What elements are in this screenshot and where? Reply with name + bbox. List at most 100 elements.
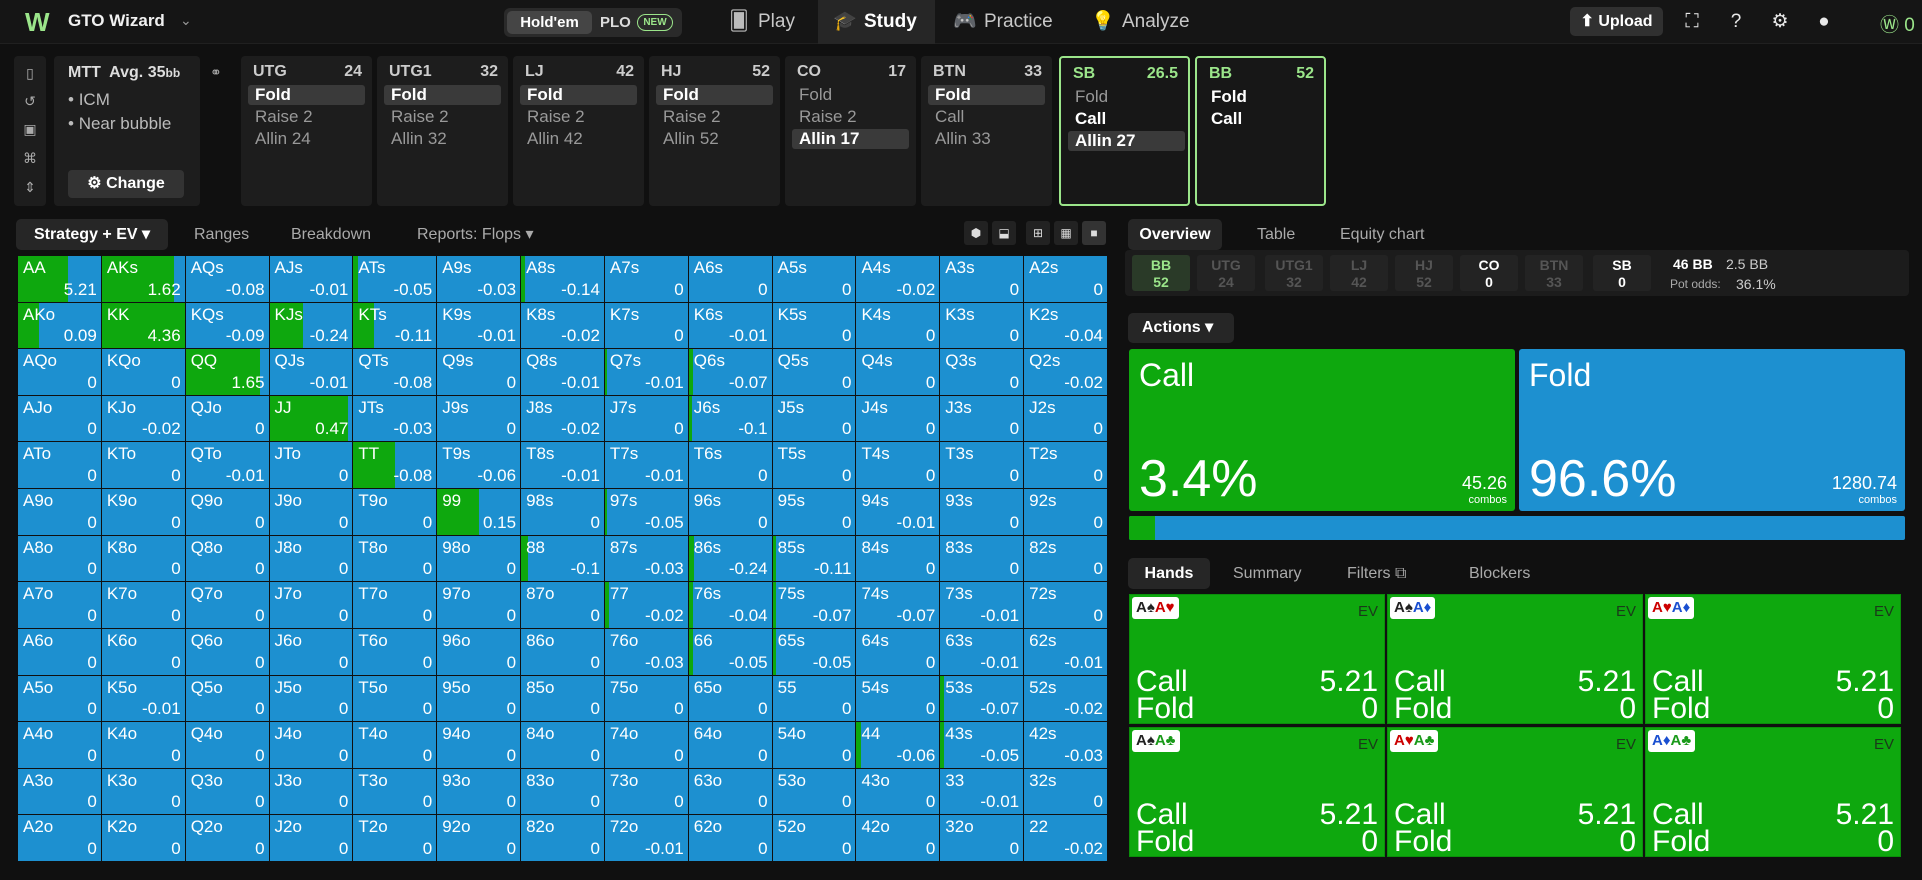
hand-cell[interactable]: T5s 0 — [772, 442, 856, 489]
action-option[interactable]: Allin 42 — [520, 129, 637, 149]
hand-cell[interactable]: T9s -0.06 — [437, 442, 521, 489]
hand-cell[interactable]: K5o -0.01 — [101, 675, 185, 722]
hand-cell[interactable]: 99 0.15 — [437, 489, 521, 535]
hand-cell[interactable]: QTo -0.01 — [185, 442, 269, 489]
hand-cell[interactable]: KJo -0.02 — [101, 395, 185, 442]
hand-cell[interactable]: A9s -0.03 — [437, 256, 521, 302]
hand-cell[interactable]: J2o 0 — [269, 815, 353, 861]
hand-cell[interactable]: 97s -0.05 — [604, 489, 688, 535]
view-compact-icon[interactable]: ⊞ — [1026, 221, 1050, 245]
hand-cell[interactable]: ATs -0.05 — [353, 256, 437, 302]
position-card-bb[interactable]: BB 52 Fold Call — [1195, 56, 1326, 206]
hand-cell[interactable]: 87s -0.03 — [604, 535, 688, 582]
chevron-down-icon[interactable]: ⌄ — [180, 12, 192, 29]
hand-cell[interactable]: A4s -0.02 — [856, 256, 940, 302]
hand-cell[interactable]: A7s 0 — [604, 256, 688, 302]
hand-cell[interactable]: J9o 0 — [269, 489, 353, 535]
hand-cell[interactable]: 88 -0.1 — [521, 535, 604, 582]
hand-cell[interactable]: JTo 0 — [269, 442, 353, 489]
actions-dropdown[interactable]: Actions ▾ — [1128, 313, 1234, 343]
hand-cell[interactable]: Q3s 0 — [940, 349, 1024, 395]
tab-overview[interactable]: Overview — [1128, 219, 1222, 250]
hand-cell[interactable]: 92o 0 — [437, 815, 521, 861]
hand-combo-card[interactable]: A♠A♣ EV Call 5.21 Fold 0 — [1129, 727, 1385, 857]
hand-cell[interactable]: AKs 1.62 — [101, 256, 185, 302]
position-card-co[interactable]: CO 17 Fold Raise 2 Allin 17 — [785, 56, 916, 206]
hand-cell[interactable]: T2s 0 — [1024, 442, 1107, 489]
hand-cell[interactable]: K8o 0 — [101, 535, 185, 582]
hand-cell[interactable]: 96s 0 — [688, 489, 772, 535]
hand-cell[interactable]: 85s -0.11 — [772, 535, 856, 582]
hand-cell[interactable]: 84o 0 — [521, 722, 604, 768]
hand-cell[interactable]: Q7s -0.01 — [604, 349, 688, 395]
action-fold-card[interactable]: Fold 96.6% 1280.74 combos — [1519, 349, 1905, 511]
action-option[interactable]: Allin 33 — [928, 129, 1045, 149]
hand-cell[interactable]: 84s 0 — [856, 535, 940, 582]
screenshot-icon[interactable]: ⛶ — [1680, 10, 1704, 34]
hand-cell[interactable]: T2o 0 — [353, 815, 437, 861]
hand-cell[interactable]: K4s 0 — [856, 302, 940, 349]
hand-cell[interactable]: 98o 0 — [437, 535, 521, 582]
hand-cell[interactable]: Q2s -0.02 — [1024, 349, 1107, 395]
view-full-icon[interactable]: ■ — [1082, 221, 1106, 245]
coins-balance[interactable]: Ⓦ 0 — [1880, 10, 1915, 37]
hand-cell[interactable]: AJs -0.01 — [269, 256, 353, 302]
hand-cell[interactable]: A7o 0 — [18, 582, 101, 628]
hand-cell[interactable]: A6o 0 — [18, 628, 101, 675]
tab-hands[interactable]: Hands — [1128, 558, 1210, 589]
hand-cell[interactable]: K9s -0.01 — [437, 302, 521, 349]
position-card-utg[interactable]: UTG 24 Fold Raise 2 Allin 24 — [241, 56, 372, 206]
action-option[interactable]: Allin 32 — [384, 129, 501, 149]
tab-reports-flops[interactable]: Reports: Flops ▾ — [417, 219, 534, 250]
hand-cell[interactable]: J7o 0 — [269, 582, 353, 628]
action-option[interactable]: Fold — [1068, 87, 1185, 107]
hand-cell[interactable]: 64o 0 — [688, 722, 772, 768]
hand-cell[interactable]: QJs -0.01 — [269, 349, 353, 395]
hand-cell[interactable]: Q5s 0 — [772, 349, 856, 395]
hand-cell[interactable]: 63o 0 — [688, 768, 772, 815]
plo-toggle[interactable]: PLO — [600, 11, 631, 34]
hand-cell[interactable]: 66 -0.05 — [688, 628, 772, 675]
hand-cell[interactable]: T3s 0 — [940, 442, 1024, 489]
action-option[interactable]: Raise 2 — [792, 107, 909, 127]
hand-cell[interactable]: A5o 0 — [18, 675, 101, 722]
hand-cell[interactable]: AKo 0.09 — [18, 302, 101, 349]
change-button[interactable]: ⚙ Change — [68, 170, 184, 198]
hand-cell[interactable]: 64s 0 — [856, 628, 940, 675]
hand-cell[interactable]: AA 5.21 — [18, 256, 101, 302]
hand-cell[interactable]: K2o 0 — [101, 815, 185, 861]
action-option[interactable]: Allin 27 — [1068, 131, 1185, 151]
hand-cell[interactable]: TT -0.08 — [353, 442, 437, 489]
hand-cell[interactable]: 83s 0 — [940, 535, 1024, 582]
hand-cell[interactable]: KTs -0.11 — [353, 302, 437, 349]
hand-cell[interactable]: Q9s 0 — [437, 349, 521, 395]
hand-cell[interactable]: 94s -0.01 — [856, 489, 940, 535]
hand-cell[interactable]: Q2o 0 — [185, 815, 269, 861]
tab-breakdown[interactable]: Breakdown — [291, 219, 371, 250]
hand-cell[interactable]: 82s 0 — [1024, 535, 1107, 582]
link-icon[interactable]: ⚭ — [210, 64, 222, 81]
action-option[interactable]: Raise 2 — [520, 107, 637, 127]
hand-cell[interactable]: 95o 0 — [437, 675, 521, 722]
hand-cell[interactable]: K7o 0 — [101, 582, 185, 628]
position-card-lj[interactable]: LJ 42 Fold Raise 2 Allin 42 — [513, 56, 644, 206]
hand-cell[interactable]: T4s 0 — [856, 442, 940, 489]
hand-cell[interactable]: 65s -0.05 — [772, 628, 856, 675]
action-option[interactable]: Raise 2 — [384, 107, 501, 127]
action-option[interactable]: Allin 24 — [248, 129, 365, 149]
hand-cell[interactable]: K2s -0.04 — [1024, 302, 1107, 349]
hand-cell[interactable]: 43o 0 — [856, 768, 940, 815]
hand-cell[interactable]: J3o 0 — [269, 768, 353, 815]
hand-cell[interactable]: 52s -0.02 — [1024, 675, 1107, 722]
hand-cell[interactable]: T5o 0 — [353, 675, 437, 722]
hand-cell[interactable]: 42s -0.03 — [1024, 722, 1107, 768]
hand-cell[interactable]: 55 0 — [772, 675, 856, 722]
hand-cell[interactable]: A3s 0 — [940, 256, 1024, 302]
hand-cell[interactable]: 75s -0.07 — [772, 582, 856, 628]
collapse-icon[interactable]: ⇕ — [21, 178, 39, 196]
hand-combo-card[interactable]: A♥A♣ EV Call 5.21 Fold 0 — [1387, 727, 1643, 857]
hand-cell[interactable]: Q4o 0 — [185, 722, 269, 768]
app-name[interactable]: GTO Wizard — [68, 11, 165, 31]
hand-cell[interactable]: T7s -0.01 — [604, 442, 688, 489]
hand-cell[interactable]: J7s 0 — [604, 395, 688, 442]
